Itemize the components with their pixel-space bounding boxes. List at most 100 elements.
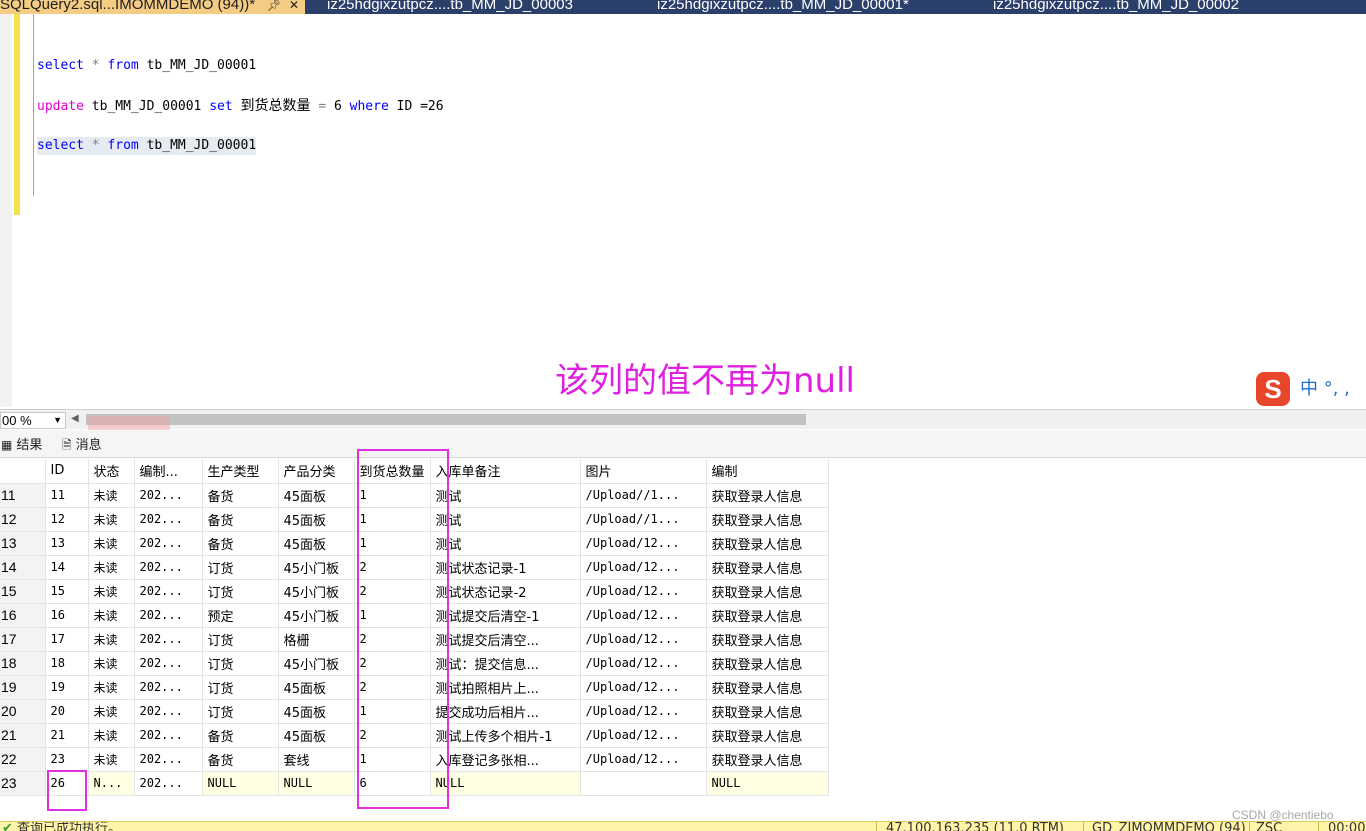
table-cell[interactable]: 获取登录人信息 <box>706 723 829 748</box>
table-cell[interactable]: 14 <box>45 555 89 580</box>
table-cell[interactable]: 45面板 <box>278 531 355 556</box>
table-cell[interactable]: 202... <box>134 747 203 772</box>
horizontal-scrollbar-thumb[interactable] <box>86 414 806 425</box>
row-number[interactable]: 15 <box>0 579 46 604</box>
table-cell[interactable]: 格栅 <box>278 627 355 652</box>
table-cell[interactable]: /Upload/12... <box>580 555 707 580</box>
table-cell[interactable]: 202... <box>134 531 203 556</box>
sogou-logo-icon[interactable]: S <box>1256 372 1290 406</box>
table-cell[interactable]: 获取登录人信息 <box>706 555 829 580</box>
pin-icon[interactable]: 📌︎ <box>267 0 281 14</box>
table-cell[interactable]: 提交成功后相片... <box>430 699 581 724</box>
row-number[interactable]: 12 <box>0 507 46 532</box>
table-cell[interactable]: 备货 <box>202 507 279 532</box>
table-cell[interactable]: 未读 <box>88 747 135 772</box>
table-cell[interactable]: 202... <box>134 771 203 796</box>
row-number[interactable]: 19 <box>0 675 46 700</box>
column-header[interactable]: 产品分类 <box>278 459 355 484</box>
close-icon[interactable]: ✕ <box>289 0 299 14</box>
zoom-select[interactable]: 00 % ▼ <box>0 412 66 429</box>
tab-sqlquery2[interactable]: SQLQuery2.sql...IMOMMDEMO (94))* 📌︎ ✕ <box>0 0 306 14</box>
column-header[interactable]: 入库单备注 <box>430 459 581 484</box>
table-cell[interactable]: 未读 <box>88 603 135 628</box>
table-cell[interactable]: 获取登录人信息 <box>706 747 829 772</box>
tab-results[interactable]: ▦ 结果 <box>1 436 42 455</box>
query-editor[interactable]: select * from tb_MM_JD_00001 update tb_M… <box>0 14 1366 407</box>
table-cell[interactable]: 测试状态记录-2 <box>430 579 581 604</box>
table-cell[interactable]: 测试拍照相片上... <box>430 675 581 700</box>
chevron-down-icon[interactable]: ▼ <box>53 413 62 428</box>
table-cell[interactable]: 202... <box>134 651 203 676</box>
table-cell[interactable]: 未读 <box>88 483 135 508</box>
table-cell[interactable]: NULL <box>202 771 279 796</box>
ime-toolbar[interactable]: S 中 °, , <box>1252 372 1366 406</box>
row-number[interactable]: 16 <box>0 603 46 628</box>
table-cell[interactable]: 45小门板 <box>278 651 355 676</box>
table-cell[interactable]: /Upload/12... <box>580 723 707 748</box>
row-number[interactable]: 21 <box>0 723 46 748</box>
table-cell[interactable]: 未读 <box>88 699 135 724</box>
table-cell[interactable]: 测试：提交信息... <box>430 651 581 676</box>
table-cell[interactable]: 获取登录人信息 <box>706 651 829 676</box>
table-cell[interactable]: 未读 <box>88 675 135 700</box>
table-cell[interactable]: 获取登录人信息 <box>706 507 829 532</box>
table-cell[interactable]: /Upload//1... <box>580 483 707 508</box>
table-cell[interactable]: NULL <box>706 771 829 796</box>
table-cell[interactable]: 13 <box>45 531 89 556</box>
table-cell[interactable]: 45小门板 <box>278 579 355 604</box>
table-cell[interactable]: 45小门板 <box>278 603 355 628</box>
table-cell[interactable]: 202... <box>134 627 203 652</box>
tab-tb-mm-jd-00003[interactable]: iz25hdgixzutpcz....tb_MM_JD_00003 <box>327 0 573 14</box>
table-cell[interactable]: 获取登录人信息 <box>706 579 829 604</box>
results-grid[interactable]: ID 状态 编制... 生产类型 产品分类 到货总数量 入库单备注 图片 编制 11 11 未读 20… <box>0 459 1366 817</box>
table-cell[interactable]: 订货 <box>202 555 279 580</box>
table-cell[interactable]: 未读 <box>88 651 135 676</box>
table-cell[interactable]: /Upload/12... <box>580 651 707 676</box>
table-cell[interactable]: 获取登录人信息 <box>706 603 829 628</box>
table-cell[interactable]: 21 <box>45 723 89 748</box>
row-number[interactable]: 13 <box>0 531 46 556</box>
row-number[interactable]: 18 <box>0 651 46 676</box>
table-cell[interactable]: 202... <box>134 675 203 700</box>
table-cell[interactable]: 202... <box>134 579 203 604</box>
table-cell[interactable]: 订货 <box>202 699 279 724</box>
grid-corner[interactable] <box>0 459 46 484</box>
table-cell[interactable]: /Upload/12... <box>580 531 707 556</box>
table-cell[interactable]: 未读 <box>88 555 135 580</box>
scroll-left-icon[interactable]: ◀ <box>71 413 79 424</box>
table-cell[interactable]: N... <box>88 771 135 796</box>
column-header[interactable]: 生产类型 <box>202 459 279 484</box>
tab-tb-mm-jd-00001[interactable]: iz25hdgixzutpcz....tb_MM_JD_00001* <box>657 0 909 14</box>
table-cell[interactable]: 45面板 <box>278 507 355 532</box>
table-cell[interactable]: 未读 <box>88 531 135 556</box>
table-cell[interactable]: 45面板 <box>278 675 355 700</box>
table-cell[interactable]: 202... <box>134 555 203 580</box>
table-cell[interactable]: 45面板 <box>278 699 355 724</box>
row-number[interactable]: 23 <box>0 771 46 796</box>
table-cell[interactable]: 备货 <box>202 747 279 772</box>
table-cell[interactable]: 订货 <box>202 579 279 604</box>
code-line-1[interactable]: select * from tb_MM_JD_00001 <box>37 57 256 75</box>
table-cell[interactable]: 测试状态记录-1 <box>430 555 581 580</box>
table-cell[interactable]: 202... <box>134 723 203 748</box>
table-cell[interactable]: 11 <box>45 483 89 508</box>
table-cell[interactable]: NULL <box>430 771 581 796</box>
table-cell[interactable]: 45面板 <box>278 483 355 508</box>
table-cell[interactable]: /Upload/12... <box>580 579 707 604</box>
table-cell[interactable]: 18 <box>45 651 89 676</box>
table-cell[interactable]: 测试上传多个相片-1 <box>430 723 581 748</box>
table-cell[interactable]: 获取登录人信息 <box>706 675 829 700</box>
table-cell[interactable]: 45面板 <box>278 723 355 748</box>
table-cell[interactable]: 测试提交后清空-1 <box>430 603 581 628</box>
column-header[interactable]: 图片 <box>580 459 707 484</box>
table-cell[interactable]: 订货 <box>202 675 279 700</box>
column-header[interactable]: ID <box>45 459 89 484</box>
column-header[interactable]: 编制 <box>706 459 829 484</box>
table-cell[interactable]: 测试提交后清空... <box>430 627 581 652</box>
table-cell[interactable]: 15 <box>45 579 89 604</box>
table-cell[interactable]: 12 <box>45 507 89 532</box>
table-cell[interactable]: 未读 <box>88 507 135 532</box>
table-cell[interactable]: 19 <box>45 675 89 700</box>
table-cell[interactable]: 备货 <box>202 483 279 508</box>
table-cell[interactable]: 16 <box>45 603 89 628</box>
